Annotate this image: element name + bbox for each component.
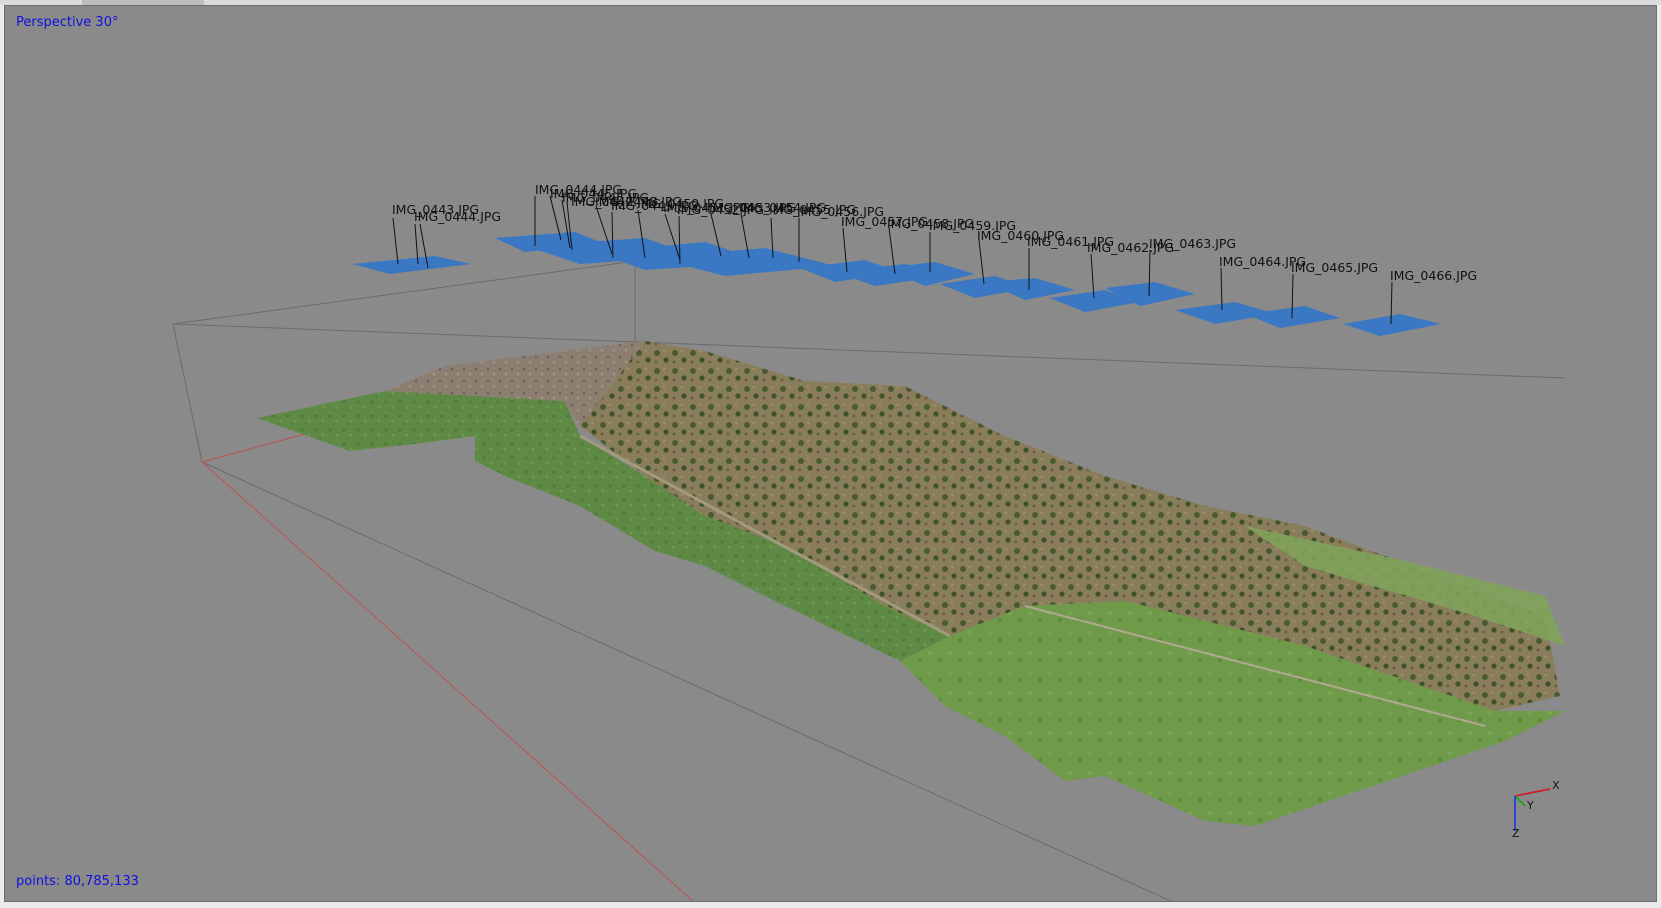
axis-gizmo[interactable]: X Y Z — [1512, 779, 1560, 840]
axis-y-label: Y — [1526, 799, 1534, 812]
camera-planes[interactable] — [352, 232, 1441, 336]
model-viewport-3d[interactable]: IMG_0443.JPG IMG_0444.JPG IMG_0444.JPG I… — [4, 5, 1657, 902]
point-cloud[interactable] — [257, 341, 1565, 826]
camera-label-img-0444: IMG_0444.JPG — [414, 209, 501, 224]
axis-y-icon — [1514, 795, 1526, 807]
camera-label: IMG_0466.JPG — [1390, 268, 1477, 283]
camera-label: IMG_0463.JPG — [1149, 236, 1236, 251]
axis-x-label: X — [1552, 779, 1560, 792]
point-count-label: points: 80,785,133 — [16, 874, 139, 889]
camera-plane[interactable] — [1343, 314, 1441, 336]
axis-z-label: Z — [1512, 827, 1520, 840]
camera-plane[interactable] — [352, 256, 471, 274]
axis-x-icon — [1514, 788, 1551, 797]
model-scene[interactable]: IMG_0443.JPG IMG_0444.JPG IMG_0444.JPG I… — [5, 6, 1657, 902]
camera-label: IMG_0465.JPG — [1291, 260, 1378, 275]
view-mode-label: Perspective 30° — [16, 15, 119, 30]
bounding-box-red-edge-top — [201, 433, 306, 463]
